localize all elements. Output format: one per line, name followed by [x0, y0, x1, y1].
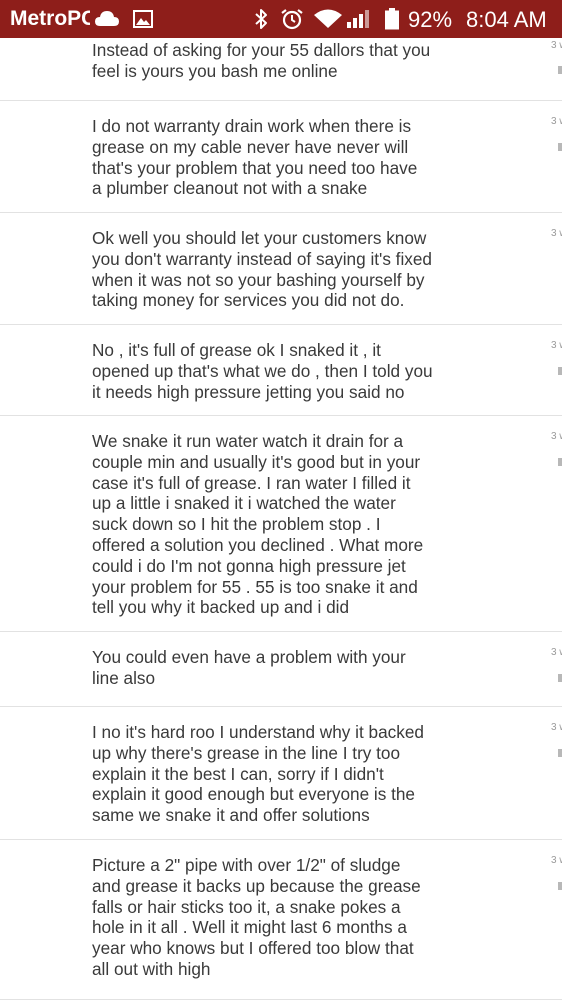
message-text: I do not warranty drain work when there …: [92, 116, 418, 199]
item-marker: [558, 143, 562, 151]
item-marker: [558, 882, 562, 890]
message-time: 3 w: [551, 340, 562, 351]
message-text: No , it's full of grease ok I snaked it …: [92, 340, 433, 402]
cloud-icon: [95, 11, 119, 26]
wifi-icon: [314, 9, 342, 28]
list-item[interactable]: I do not warranty drain work when there …: [0, 101, 562, 213]
status-bar: MetroPCS 92% 8:04 AM: [0, 0, 562, 38]
list-item[interactable]: Picture a 2" pipe with over 1/2" of slud…: [0, 840, 562, 1000]
battery-percent: 92%: [408, 7, 453, 32]
list-item[interactable]: We snake it run water watch it drain for…: [0, 416, 562, 632]
message-time: 3 w: [551, 116, 562, 127]
item-marker: [558, 749, 562, 757]
clock-time: 8:04 AM: [466, 7, 547, 32]
message-time: 3 w: [551, 431, 562, 442]
alarm-icon: [281, 9, 303, 30]
message-text: I no it's hard roo I understand why it b…: [92, 722, 424, 826]
message-text: Picture a 2" pipe with over 1/2" of slud…: [92, 855, 421, 979]
message-time: 3 w: [551, 228, 562, 239]
message-time: 3 w: [551, 647, 562, 658]
item-marker: [558, 367, 562, 375]
bluetooth-icon: [255, 9, 267, 29]
message-time: 3 w: [551, 40, 562, 51]
message-list: Instead of asking for your 55 dallors th…: [0, 38, 562, 1000]
message-time: 3 w: [551, 855, 562, 866]
item-marker: [558, 458, 562, 466]
list-item[interactable]: Ok well you should let your customers kn…: [0, 213, 562, 325]
battery-icon: [385, 8, 399, 30]
list-item[interactable]: No , it's full of grease ok I snaked it …: [0, 325, 562, 416]
item-marker: [558, 674, 562, 682]
message-text: Ok well you should let your customers kn…: [92, 228, 432, 311]
signal-icon: [347, 10, 369, 28]
carrier-label: MetroPCS: [10, 7, 90, 30]
list-item[interactable]: I no it's hard roo I understand why it b…: [0, 707, 562, 840]
message-time: 3 w: [551, 722, 562, 733]
list-item[interactable]: You could even have a problem with your …: [0, 632, 562, 707]
message-text: Instead of asking for your 55 dallors th…: [92, 40, 431, 81]
list-item[interactable]: Instead of asking for your 55 dallors th…: [0, 38, 562, 101]
message-text: You could even have a problem with your …: [92, 647, 406, 688]
image-icon: [133, 10, 153, 28]
item-marker: [558, 66, 562, 74]
message-text: We snake it run water watch it drain for…: [92, 431, 424, 618]
